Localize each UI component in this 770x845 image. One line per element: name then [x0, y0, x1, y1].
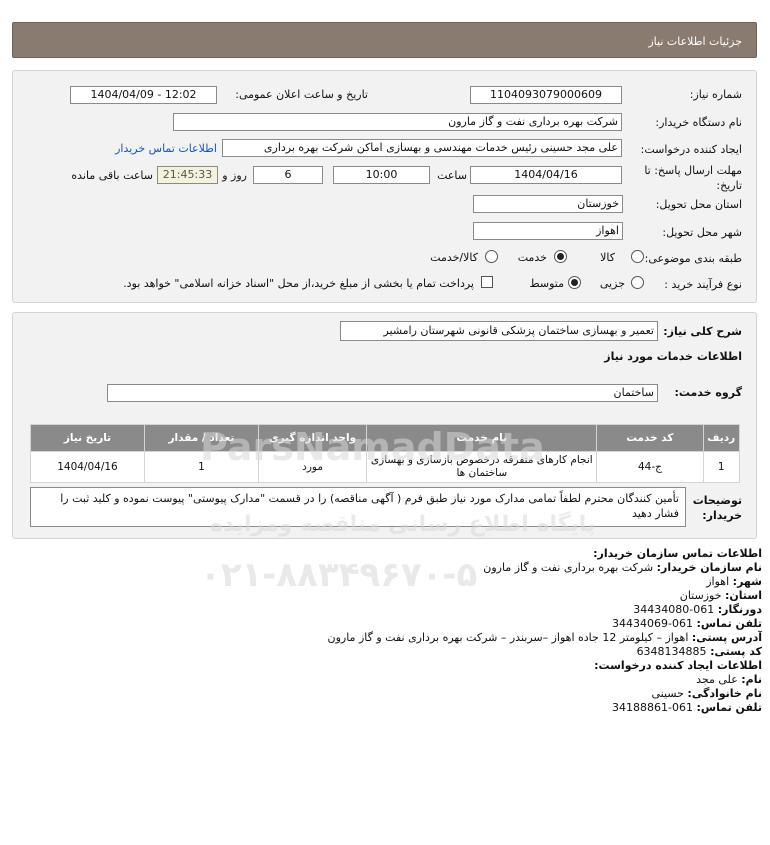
deadline-time-field: 10:00: [333, 166, 430, 184]
category-label: طبقه بندی موضوعی:: [644, 252, 742, 265]
summary-label: شرح کلی نیاز:: [663, 325, 742, 338]
cell-quantity: 1: [143, 451, 259, 483]
deadline-date-label: تاریخ:: [716, 179, 742, 192]
buyer-org-field: شرکت بهره برداری نفت و گاز مارون: [173, 113, 622, 131]
table-row: 1 ج-44 انجام کارهای متفرقه درخصوص بازساز…: [30, 451, 740, 483]
details-panel: [12, 70, 757, 303]
col-service-name: نام خدمت: [366, 424, 598, 452]
creator-contact-title: اطلاعات ایجاد کننده درخواست:: [594, 659, 762, 672]
remaining-time-field: 21:45:33: [157, 166, 218, 184]
buyer-notes-label: توضیحات: [692, 494, 742, 507]
deadline-date-field: 1404/04/16: [470, 166, 622, 184]
process-option-minor: جزیی: [599, 277, 625, 290]
creator-phone-line: تلفن تماس: 061-34188861: [612, 701, 762, 714]
announce-label: تاریخ و ساعت اعلان عمومی:: [235, 88, 368, 101]
creator-field: علی مجد حسینی رئیس خدمات مهندسی و بهسازی…: [222, 139, 622, 157]
creator-last-name-line: نام خانوادگی: حسینی: [651, 687, 763, 700]
watermark-phone: ۰۲۱-۸۸۳۴۹۶۷۰-۵: [200, 555, 478, 595]
cell-row: 1: [702, 451, 740, 483]
contact-city-line: شهر: اهواز: [706, 575, 762, 588]
table-header-row: ردیف کد خدمت نام خدمت واحد اندازه گیری ت…: [30, 424, 740, 452]
contact-fax-line: دورنگار: 061-34434080: [633, 603, 762, 616]
category-radio-goods[interactable]: [631, 250, 644, 263]
page-header: جزئیات اطلاعات نیاز: [12, 22, 757, 58]
category-radio-goods-service[interactable]: [485, 250, 498, 263]
contact-address-line: آدرس پستی: اهواز – کیلومتر 12 جاده اهواز…: [327, 631, 763, 644]
col-row: ردیف: [702, 424, 740, 452]
buyer-notes-label-2: خریدار:: [702, 509, 742, 522]
buyer-notes-text: تأمین کنندگان محترم لطفاً تمامی مدارک مو…: [30, 487, 686, 527]
services-title: اطلاعات خدمات مورد نیاز: [604, 350, 742, 363]
need-number-field: 1104093079000609: [470, 86, 622, 104]
cell-service-code: ج-44: [596, 451, 704, 483]
province-label: استان محل تحویل:: [655, 198, 742, 211]
process-label: نوع فرآیند خرید :: [664, 278, 742, 291]
services-table: ردیف کد خدمت نام خدمت واحد اندازه گیری ت…: [30, 424, 740, 483]
summary-field: تعمیر و بهسازی ساختمان پزشکی قانونی شهرس…: [340, 321, 658, 341]
service-group-label: گروه خدمت:: [674, 386, 742, 399]
category-option-service: خدمت: [517, 251, 547, 264]
process-radio-minor[interactable]: [631, 276, 644, 289]
col-quantity: تعداد / مقدار: [143, 424, 259, 452]
contact-phone-line: تلفن تماس: 061-34434069: [612, 617, 762, 630]
province-field: خوزستان: [473, 195, 623, 213]
category-option-goods-service: کالا/خدمت: [430, 251, 478, 264]
process-radio-medium[interactable]: [568, 276, 581, 289]
treasury-checkbox[interactable]: [481, 276, 493, 288]
process-option-medium: متوسط: [529, 277, 564, 290]
payment-note: پرداخت تمام یا بخشی از مبلغ خرید،از محل …: [123, 277, 474, 290]
buyer-name-line: نام سازمان خریدار: شرکت بهره برداری نفت …: [483, 561, 762, 574]
col-unit: واحد اندازه گیری: [257, 424, 368, 452]
cell-need-date: 1404/04/16: [30, 451, 145, 483]
need-number-label: شماره نیاز:: [689, 88, 742, 101]
page-title: جزئیات اطلاعات نیاز: [648, 35, 742, 48]
contact-postal-line: کد پستی: 6348134885: [636, 645, 762, 658]
city-field: اهواز: [473, 222, 623, 240]
service-group-field: ساختمان: [107, 384, 658, 402]
remaining-label: ساعت باقی مانده: [71, 169, 153, 182]
announce-field: 1404/04/09 - 12:02: [70, 86, 217, 104]
org-contact-title: اطلاعات تماس سازمان خریدار:: [593, 547, 762, 560]
deadline-label: مهلت ارسال پاسخ: تا: [644, 164, 742, 177]
days-field: 6: [253, 166, 323, 184]
col-service-code: کد خدمت: [596, 424, 704, 452]
buyer-contact-link[interactable]: اطلاعات تماس خریدار: [115, 142, 217, 155]
col-need-date: تاریخ نیاز: [30, 424, 145, 452]
category-option-goods: کالا: [600, 251, 615, 264]
creator-first-name-line: نام: علی مجد: [696, 673, 762, 686]
contact-province-line: استان: خوزستان: [679, 589, 762, 602]
cell-service-name: انجام کارهای متفرقه درخصوص بازسازی و بهس…: [366, 451, 598, 483]
city-label: شهر محل تحویل:: [662, 226, 742, 239]
cell-unit: مورد: [257, 451, 368, 483]
days-label: روز و: [222, 169, 247, 182]
deadline-time-label: ساعت: [437, 169, 467, 182]
creator-label: ایجاد کننده درخواست:: [640, 143, 742, 156]
buyer-org-label: نام دستگاه خریدار:: [655, 116, 742, 129]
category-radio-service[interactable]: [554, 250, 567, 263]
